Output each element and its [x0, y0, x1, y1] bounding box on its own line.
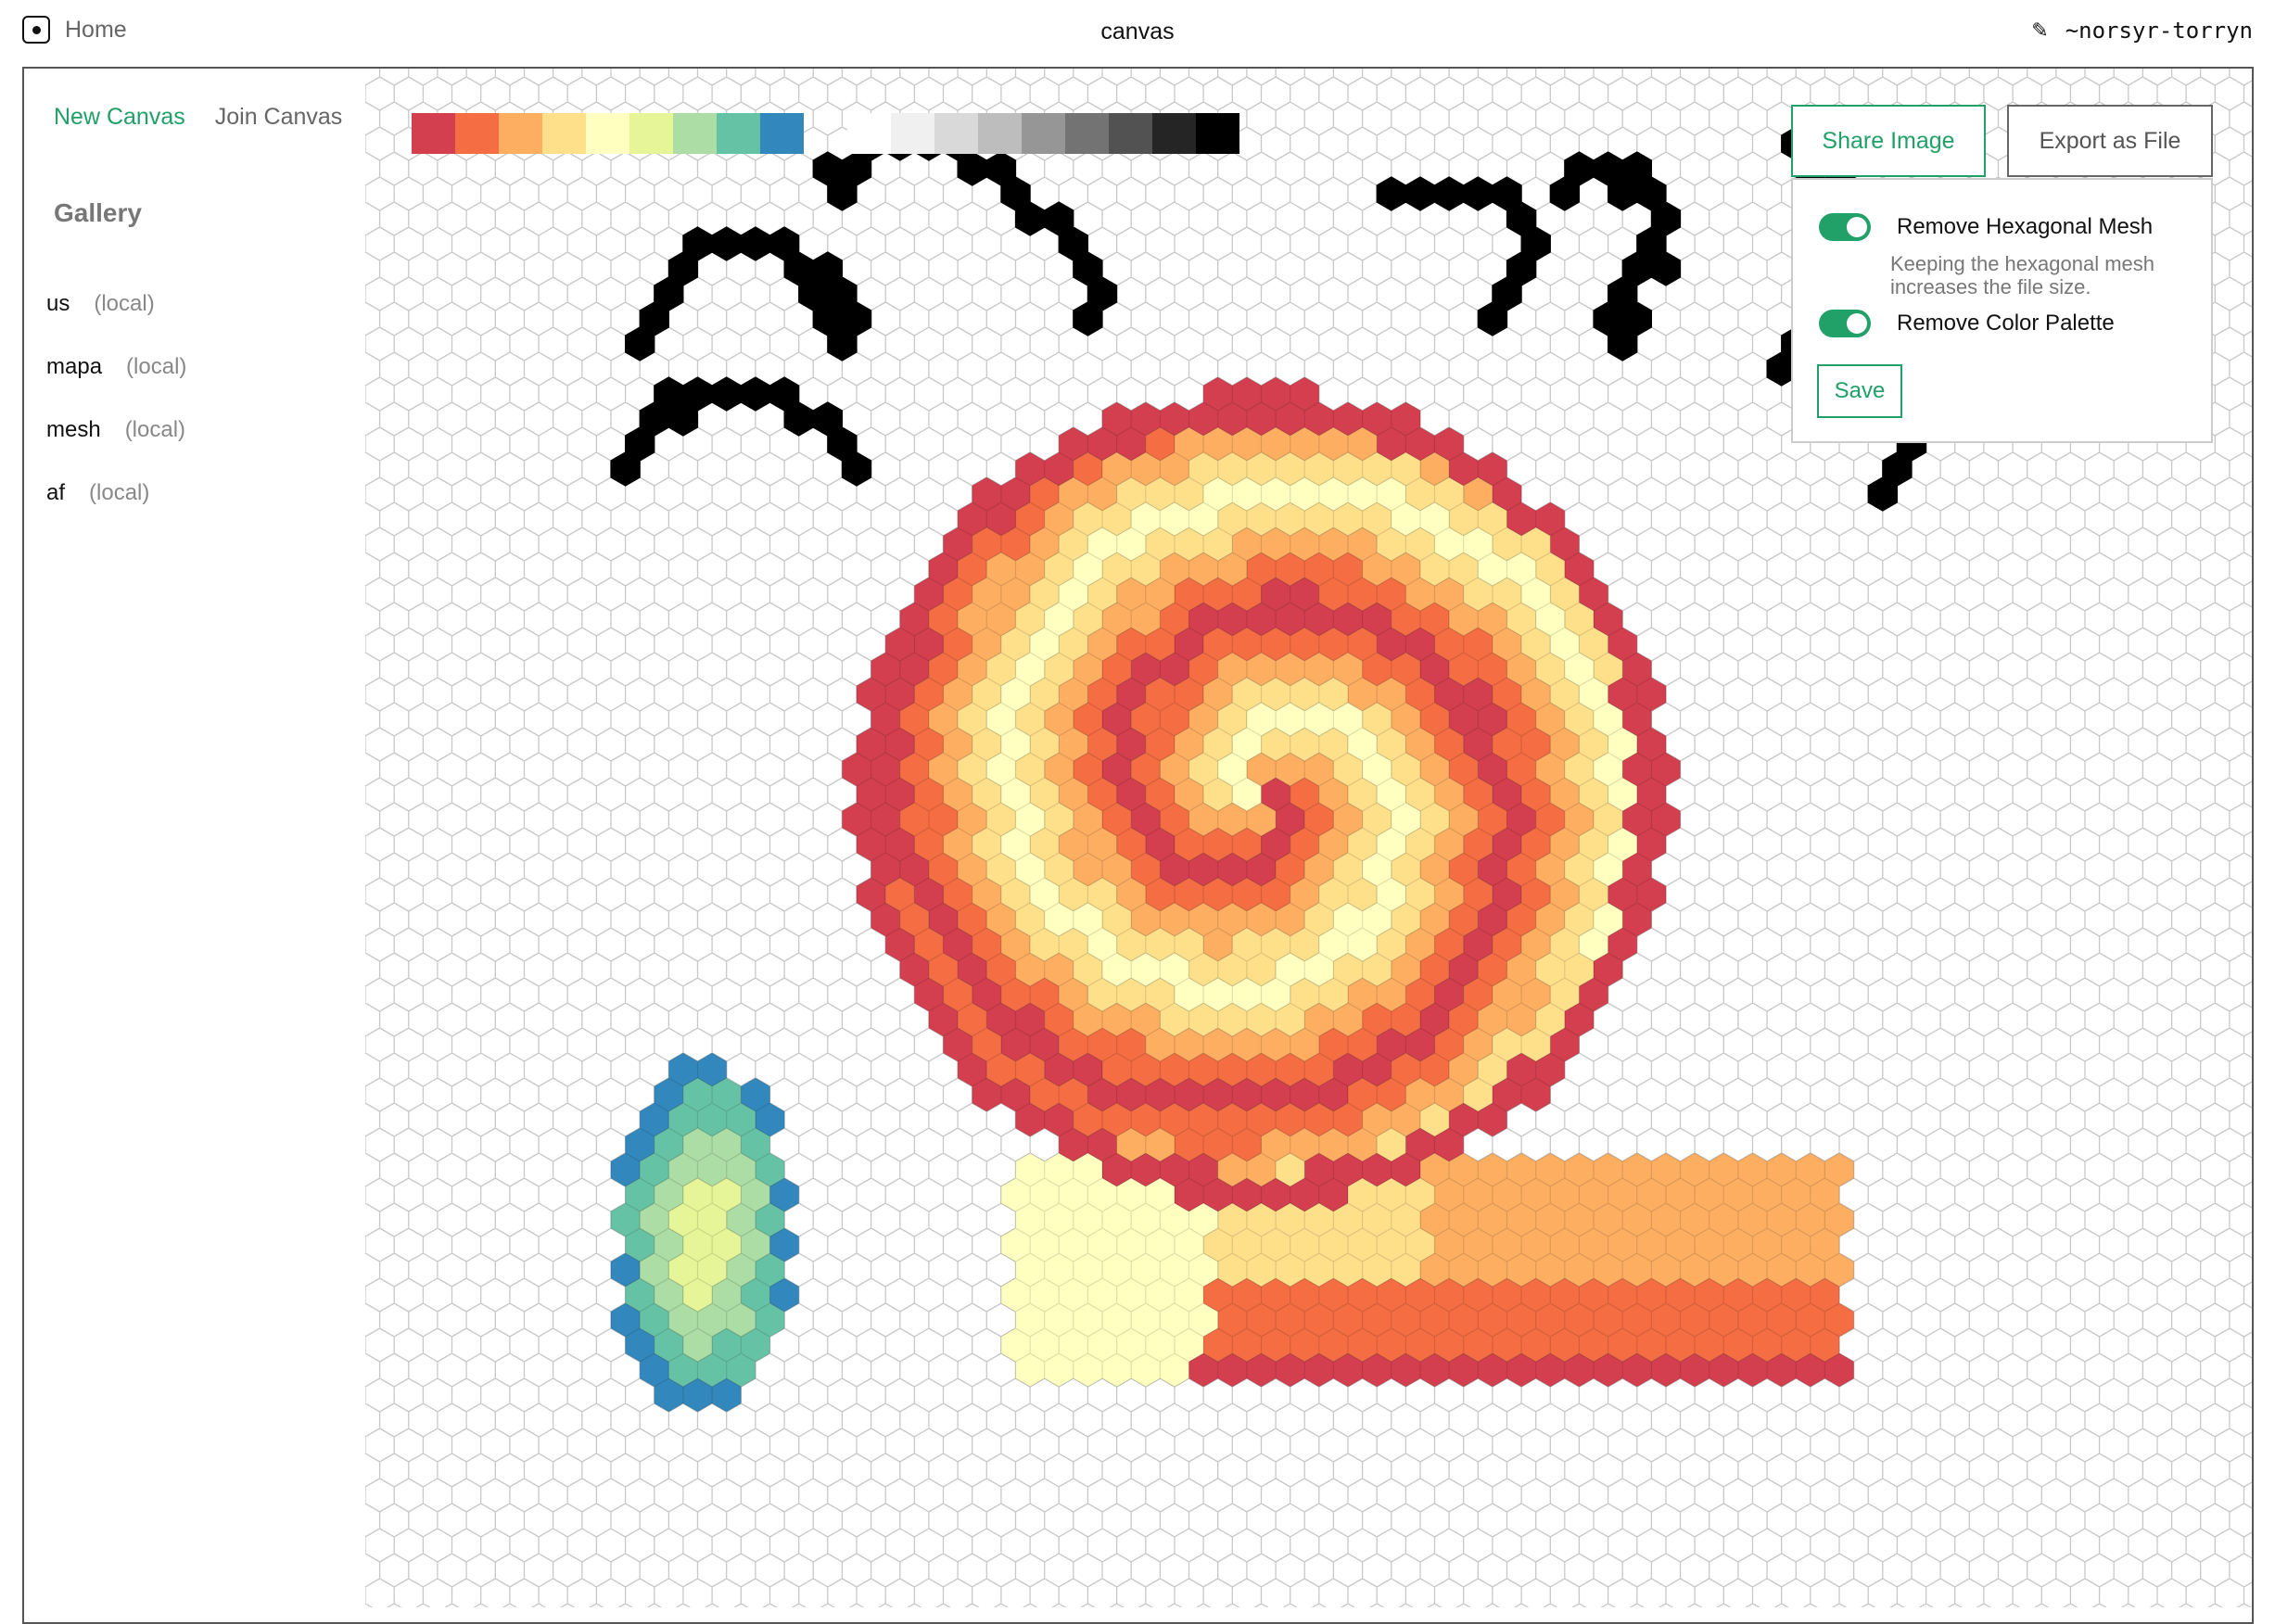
gallery-item-tag: (local): [89, 480, 150, 505]
remove-mesh-label: Remove Hexagonal Mesh: [1897, 214, 2154, 239]
save-button[interactable]: Save: [1817, 364, 1902, 418]
remove-mesh-toggle[interactable]: [1819, 213, 1871, 241]
color-swatch[interactable]: [542, 113, 586, 154]
color-swatch[interactable]: [499, 113, 542, 154]
app-title: canvas: [1100, 19, 1175, 44]
gallery-item-name: mesh: [46, 417, 101, 442]
color-swatch[interactable]: [1196, 113, 1239, 154]
color-swatch[interactable]: [1109, 113, 1152, 154]
color-swatch[interactable]: [934, 113, 978, 154]
join-canvas-link[interactable]: Join Canvas: [215, 104, 343, 131]
color-swatch[interactable]: [1065, 113, 1109, 154]
gallery-title: Gallery: [54, 198, 142, 227]
gallery-item-tag: (local): [124, 417, 186, 442]
user-name: ~norsyr-torryn: [2065, 18, 2253, 44]
user-badge: ✎ ~norsyr-torryn: [2031, 18, 2253, 44]
gallery-item-name: af: [46, 480, 66, 505]
remove-palette-label: Remove Color Palette: [1897, 311, 2115, 336]
color-swatch[interactable]: [1152, 113, 1196, 154]
mesh-hint: Keeping the hexagonal mesh increases the…: [1890, 252, 2154, 298]
gallery-item-tag: (local): [126, 354, 187, 379]
canvas-actions: New Canvas Join Canvas: [54, 104, 342, 131]
remove-palette-toggle[interactable]: [1819, 310, 1871, 337]
gallery-item[interactable]: mapa (local): [46, 354, 186, 417]
color-swatch[interactable]: [673, 113, 717, 154]
gallery-item[interactable]: mesh (local): [46, 417, 186, 480]
sidebar: New Canvas Join Canvas Gallery us (local…: [24, 69, 365, 1607]
new-canvas-link[interactable]: New Canvas: [54, 104, 185, 131]
gallery-item-name: us: [46, 291, 70, 316]
color-palette: [412, 113, 1239, 154]
pencil-icon: ✎: [2031, 19, 2049, 42]
color-swatch[interactable]: [412, 113, 455, 154]
color-swatch[interactable]: [717, 113, 760, 154]
color-swatch[interactable]: [847, 113, 891, 154]
color-swatch[interactable]: [455, 113, 499, 154]
gallery-item-name: mapa: [46, 354, 103, 379]
gallery-item[interactable]: af (local): [46, 480, 186, 543]
color-swatch[interactable]: [586, 113, 629, 154]
gallery-list: us (local) mapa (local) mesh (local) af …: [46, 291, 186, 543]
color-swatch[interactable]: [891, 113, 934, 154]
gallery-item-tag: (local): [94, 291, 155, 316]
color-swatch[interactable]: [760, 113, 804, 154]
color-swatch[interactable]: [1022, 113, 1065, 154]
gallery-item[interactable]: us (local): [46, 291, 186, 354]
palette-option: Remove Color Palette: [1819, 310, 2115, 337]
share-image-button[interactable]: Share Image: [1791, 105, 1986, 177]
color-swatch[interactable]: [629, 113, 673, 154]
export-panel: Remove Hexagonal Mesh Keeping the hexago…: [1791, 178, 2213, 443]
export-file-button[interactable]: Export as File: [2007, 105, 2213, 177]
color-swatch[interactable]: [978, 113, 1022, 154]
top-bar: Home canvas ✎ ~norsyr-torryn: [0, 0, 2275, 67]
mesh-option: Remove Hexagonal Mesh: [1819, 213, 2153, 241]
